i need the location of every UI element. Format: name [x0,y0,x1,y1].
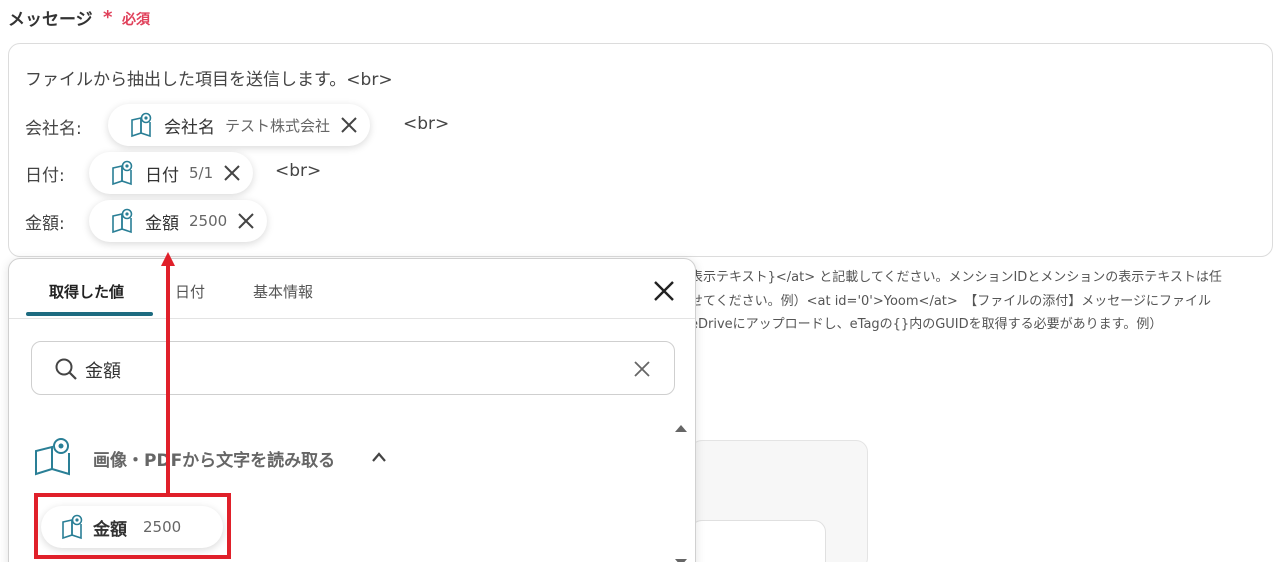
result-value: 2500 [143,518,182,536]
message-line-1: ファイルから抽出した項目を送信します。<br> [25,70,393,90]
search-icon [55,358,77,380]
read-document-icon [131,112,152,138]
group-title[interactable]: 画像・PDFから文字を読み取る [93,446,335,471]
search-value: 金額 [85,361,121,382]
message-editor[interactable]: ファイルから抽出した項目を送信します。<br> 会社名: 日付: 金額: 会社名… [8,43,1273,257]
remove-icon[interactable] [223,164,241,182]
chip-value: 2500 [189,212,228,230]
required-star: * [103,7,113,28]
read-document-icon [112,160,133,186]
message-label-amount: 金額: [25,214,65,234]
result-item-amount[interactable]: 金額 2500 [41,506,223,548]
variable-picker-panel: 取得した値 日付 基本情報 金額 画像・PDFから文字を読み取る 金額 2500 [8,258,696,562]
clear-icon[interactable] [633,360,651,378]
close-icon[interactable] [652,279,676,303]
chip-value: 5/1 [189,164,214,182]
chip-value: テスト株式会社 [225,116,331,135]
active-tab-indicator [26,312,153,316]
message-label-date: 日付: [25,166,65,186]
help-text-line-1: 表示テキスト}</at> と記載してください。メンションIDとメンションの表示テ… [690,270,1222,285]
field-label: メッセージ [8,10,93,30]
variable-chip-amount[interactable]: 金額 2500 [89,200,268,242]
help-text-line-2: せてください。例）<at id='0'>Yoom</at> 【ファイルの添付】メ… [690,294,1212,309]
chip-name: 日付 [145,165,179,186]
read-document-icon [62,514,83,540]
help-text-line-3: eDriveにアップロードし、eTagの{}内のGUIDを取得する必要があります… [690,317,1163,332]
br-tag: <br> [275,161,322,181]
tab-divider [9,318,695,319]
read-document-icon [35,438,70,476]
tab-basic-info[interactable]: 基本情報 [253,281,313,302]
message-label-company: 会社名: [25,119,82,139]
result-name: 金額 [93,519,127,540]
required-label: 必須 [122,12,150,28]
chevron-up-icon[interactable] [371,451,387,463]
variable-chip-date[interactable]: 日付 5/1 [89,152,254,194]
tab-acquired-values[interactable]: 取得した値 [49,281,124,302]
variable-chip-company[interactable]: 会社名 テスト株式会社 [108,104,371,146]
chip-name: 金額 [145,213,179,234]
search-input[interactable]: 金額 [31,341,675,395]
chip-name: 会社名 [164,117,215,138]
scroll-up-arrow[interactable] [675,425,687,432]
remove-icon[interactable] [237,212,255,230]
background-card-inner [690,520,826,562]
tab-date[interactable]: 日付 [175,281,205,302]
remove-icon[interactable] [340,116,358,134]
br-tag: <br> [403,114,450,134]
read-document-icon [112,208,133,234]
